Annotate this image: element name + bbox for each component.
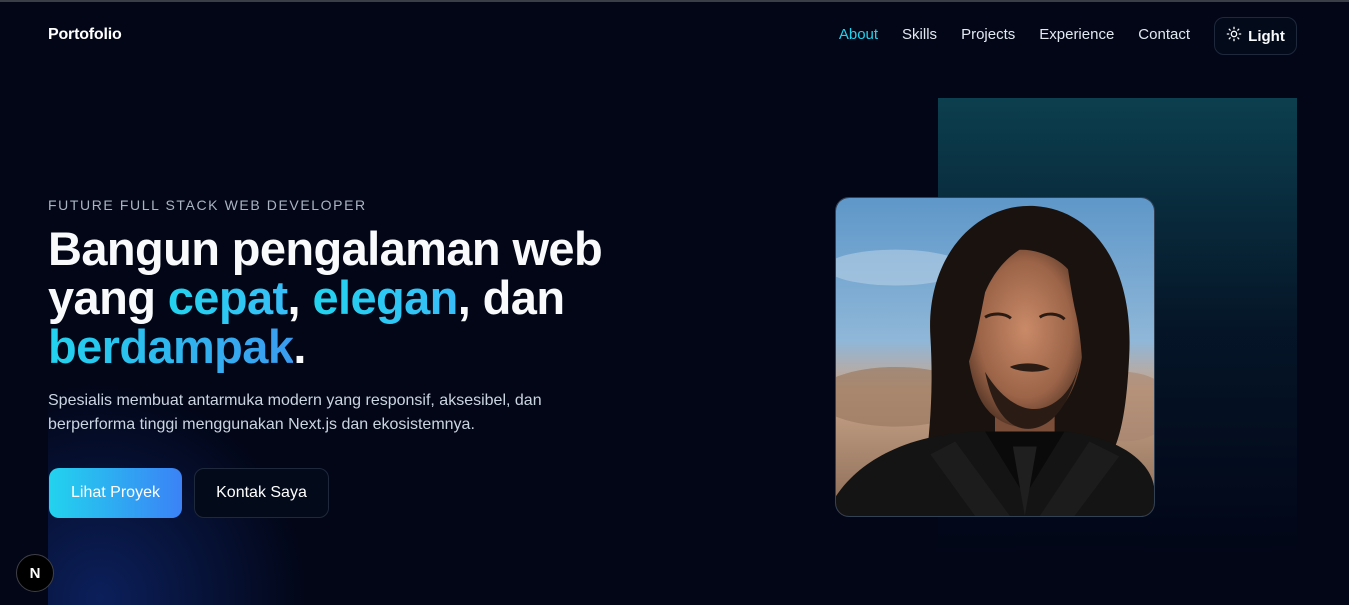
nav-link-skills[interactable]: Skills (902, 26, 937, 43)
headline-end: . (293, 320, 306, 373)
nav-links: About Skills Projects Experience Contact (839, 26, 1190, 43)
headline-highlight-elegant: elegan (312, 271, 458, 324)
hero-eyebrow: FUTURE FULL STACK WEB DEVELOPER (48, 197, 367, 213)
headline-highlight-fast: cepat (167, 271, 288, 324)
headline-separator: , (287, 271, 313, 324)
hero-description: Spesialis membuat antarmuka modern yang … (48, 392, 542, 433)
hero-headline: Bangun pengalaman web yang cepat, elegan… (48, 224, 688, 371)
headline-highlight-impactful: berdampak (48, 320, 294, 373)
sun-icon (1226, 26, 1242, 46)
view-projects-button[interactable]: Lihat Proyek (49, 468, 182, 518)
nav-link-projects[interactable]: Projects (961, 26, 1015, 43)
headline-separator: , dan (457, 271, 565, 324)
nav-link-contact[interactable]: Contact (1138, 26, 1190, 43)
nextjs-dev-badge[interactable]: N (16, 554, 54, 592)
nav-link-experience[interactable]: Experience (1039, 26, 1114, 43)
theme-toggle-button[interactable]: Light (1214, 17, 1297, 55)
page: Portofolio About Skills Projects Experie… (0, 0, 1349, 605)
theme-toggle-label: Light (1248, 27, 1285, 45)
nav-link-about[interactable]: About (839, 26, 878, 43)
brand-logo[interactable]: Portofolio (48, 26, 122, 44)
contact-me-button[interactable]: Kontak Saya (194, 468, 329, 518)
top-navbar: Portofolio About Skills Projects Experie… (0, 2, 1349, 70)
profile-photo-illustration (836, 198, 1154, 516)
profile-photo (835, 197, 1155, 517)
